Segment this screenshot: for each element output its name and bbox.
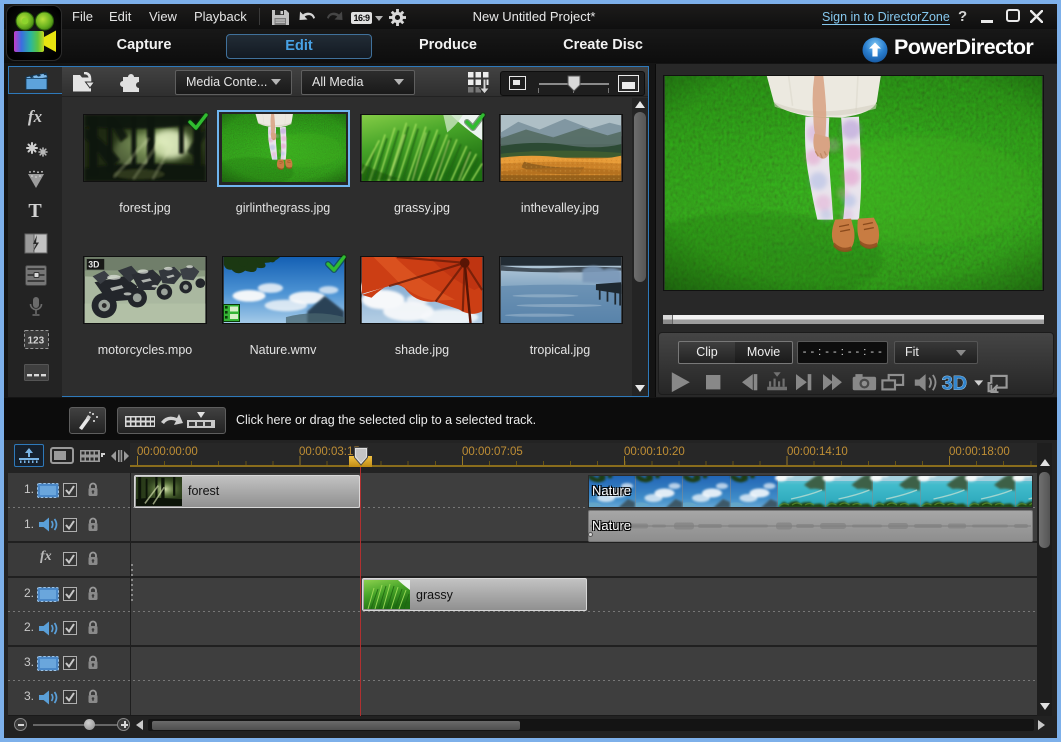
svg-text:3D: 3D [942, 372, 967, 394]
svg-text:123: 123 [28, 336, 45, 347]
svg-text:3D: 3D [88, 259, 99, 269]
